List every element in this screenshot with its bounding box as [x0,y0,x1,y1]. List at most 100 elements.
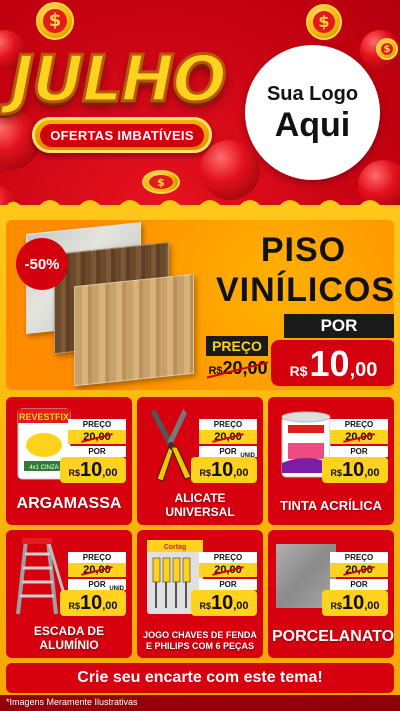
old-price-value: 20,00 [83,564,111,576]
hero-offer: -50% PISO VINÍLICOS POR PREÇO R$ 20,00 R… [6,220,394,390]
preco-label: PREÇO [199,552,257,563]
currency: R$ [330,601,342,611]
preco-label: PREÇO [330,552,388,563]
new-price: R$ 10,00 [60,457,126,483]
hero-old-price: R$ 20,00 [204,358,272,384]
old-price-value: 20,00 [83,431,111,443]
price-int: 10 [210,592,234,614]
product-card[interactable]: PREÇO 20,00 POR R$ 10,00 PORCELANATO [268,530,394,658]
logo-line2: Aqui [274,105,351,144]
old-price-value: 20,00 [214,564,242,576]
cta-banner[interactable]: Crie seu encarte com este tema! [6,663,394,693]
svg-text:4x1 CINZA: 4x1 CINZA [29,465,58,471]
flyer: $ $ $ $ JULHO OFERTAS IMBATÍVEIS Sua Log… [0,0,400,711]
product-name-line2: ALUMÍNIO [39,638,99,652]
coin-icon: $ [142,170,180,194]
footnote: *Imagens Meramente Ilustrativas [6,697,138,707]
hero-price-dec: ,00 [349,359,378,381]
hero-title: PISO VINÍLICOS [216,230,394,310]
product-name: ESCADA DE ALUMÍNIO [10,624,128,652]
old-price-value: 20,00 [345,564,373,576]
price-int: 10 [341,459,365,481]
new-price: R$ 10,00 [322,590,388,616]
product-card[interactable]: REVESTFIX 4x1 CINZA PREÇO 20,00 POR R$ 10,00 AR… [6,397,132,525]
currency: R$ [199,601,211,611]
svg-text:REVESTFIX: REVESTFIX [19,412,69,422]
por-label: POR [330,579,388,590]
hero-por-label: POR [284,314,394,338]
price-int: 10 [210,459,234,481]
product-name-line1: ALICATE [174,491,226,505]
por-label: POR [330,446,388,457]
coin-icon: $ [376,38,398,60]
price-int: 10 [341,592,365,614]
hero-title-line2: VINÍLICOS [216,271,394,309]
coin-icon: $ [36,2,74,40]
old-price: 20,00 [199,563,257,577]
logo-placeholder: Sua Logo Aqui [245,45,380,180]
product-name: ARGAMASSA [16,495,122,512]
offers-ribbon-label: OFERTAS IMBATÍVEIS [40,123,204,147]
product-card[interactable]: PREÇO 20,00 POR UNID R$ 10,00 ESCADA DE ALUMÍNI… [6,530,132,658]
price-int: 10 [79,459,103,481]
por-label: POR [68,446,126,457]
preco-label: PREÇO [330,419,388,430]
price-dec: ,00 [364,467,380,479]
old-price: 20,00 [199,430,257,444]
new-price: R$ 10,00 [322,457,388,483]
price-box: PREÇO 20,00 POR [199,552,257,590]
hero-old-value: 20,00 [222,358,268,378]
price-int: 10 [79,592,103,614]
price-box: PREÇO 20,00 POR [68,552,126,590]
price-box: PREÇO 20,00 POR [330,552,388,590]
product-card[interactable]: Cortag PREÇO 20,00 POR R$ 10,00 JOGO CHAVES DE… [137,530,263,658]
price-dec: ,00 [364,600,380,612]
new-price: R$ 10,00 [191,590,257,616]
old-price-value: 20,00 [345,431,373,443]
product-name: JOGO CHAVES DE FENDA E PHILIPS COM 6 PEÇA… [141,630,259,652]
product-card[interactable]: PREÇO 20,00 POR UNID R$ 10,00 ALICATE UNIVERSAL [137,397,263,525]
product-name-line1: ESCADA DE [33,624,105,638]
product-name: ALICATE UNIVERSAL [141,491,259,519]
price-dec: ,00 [102,467,118,479]
offers-ribbon: OFERTAS IMBATÍVEIS [32,117,212,153]
coin-icon: $ [306,4,342,40]
logo-line1: Sua Logo [266,82,359,105]
hero-preco-label: PREÇO [206,336,268,356]
price-dec: ,00 [233,600,249,612]
old-price-value: 20,00 [214,431,242,443]
preco-label: PREÇO [199,419,257,430]
decor-ball [200,140,260,200]
price-dec: ,00 [102,600,118,612]
month-title: JULHO [9,42,229,119]
price-dec: ,00 [233,467,249,479]
product-name: PORCELANATO [272,628,394,645]
product-name-line1: JOGO CHAVES DE FENDA [143,630,257,640]
price-box: PREÇO 20,00 POR [199,419,257,457]
hero-new-price: R$ 10 ,00 [271,340,394,386]
product-card[interactable]: PREÇO 20,00 POR R$ 10,00 TINTA ACRÍLICA [268,397,394,525]
new-price: R$ 10,00 [60,590,126,616]
por-label: POR [199,579,257,590]
currency: R$ [68,601,80,611]
new-price: R$ 10,00 [191,457,257,483]
preco-label: PREÇO [68,552,126,563]
discount-badge: -50% [16,238,68,290]
price-box: PREÇO 20,00 POR [68,419,126,457]
old-price: 20,00 [330,430,388,444]
product-name-line2: E PHILIPS COM 6 PEÇAS [145,641,255,651]
old-price: 20,00 [68,563,126,577]
product-name: TINTA ACRÍLICA [279,498,383,513]
hero-title-line1: PISO [260,231,347,269]
preco-label: PREÇO [68,419,126,430]
price-box: PREÇO 20,00 POR [330,419,388,457]
currency: R$ [199,468,211,478]
hero-old-currency: R$ [208,365,223,377]
svg-text:Cortag: Cortag [164,544,187,551]
vinyl-tile-light [74,273,194,387]
currency: R$ [68,468,80,478]
old-price: 20,00 [330,563,388,577]
old-price: 20,00 [68,430,126,444]
hero-price-int: 10 [309,343,350,384]
product-name-line2: UNIVERSAL [165,505,235,519]
